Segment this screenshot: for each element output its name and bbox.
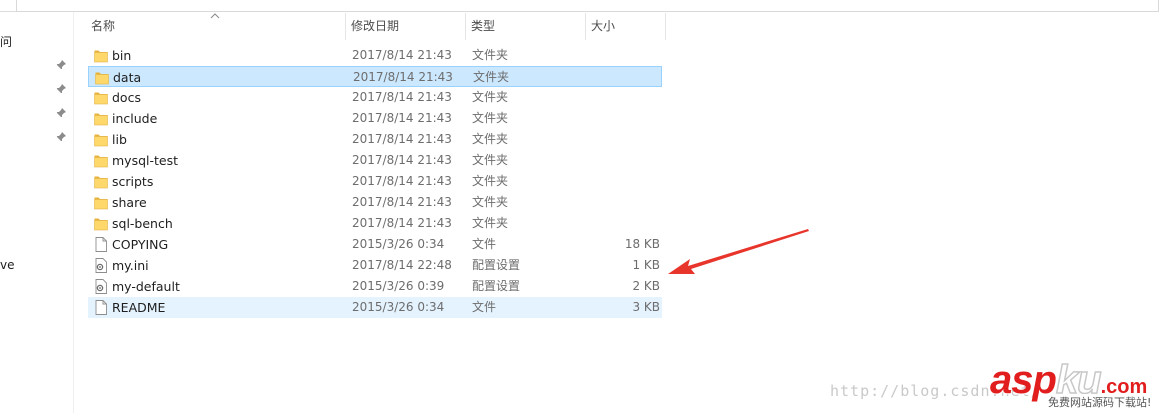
file-type: 配置设置 [472, 279, 521, 293]
file-row[interactable]: share 2017/8/14 21:43 文件夹 [88, 192, 662, 213]
file-row[interactable]: bin 2017/8/14 21:43 文件夹 [88, 45, 662, 66]
file-date-modified: 2017/8/14 21:43 [352, 174, 452, 188]
config-file-icon [94, 258, 108, 273]
file-name: my-default [112, 279, 180, 294]
file-size: 18 KB [624, 237, 660, 251]
file-row[interactable]: COPYING 2015/3/26 0:34 文件 18 KB [88, 234, 662, 255]
nav-item-fragment[interactable]: ve [0, 258, 14, 272]
file-name: COPYING [112, 237, 169, 252]
folder-icon [94, 111, 108, 126]
file-name: bin [112, 48, 132, 63]
file-type: 文件 [472, 237, 497, 251]
file-row[interactable]: include 2017/8/14 21:43 文件夹 [88, 108, 662, 129]
folder-icon [94, 90, 108, 105]
folder-icon [95, 70, 109, 85]
file-name: my.ini [112, 258, 149, 273]
column-date-modified[interactable]: 修改日期 [346, 13, 466, 40]
file-date-modified: 2017/8/14 21:43 [352, 90, 452, 104]
file-date-modified: 2017/8/14 22:48 [352, 258, 452, 272]
folder-icon [94, 48, 108, 63]
file-type: 配置设置 [472, 258, 521, 272]
file-name: mysql-test [112, 153, 179, 168]
file-row[interactable]: lib 2017/8/14 21:43 文件夹 [88, 129, 662, 150]
file-icon [94, 237, 108, 252]
column-type[interactable]: 类型 [466, 13, 586, 40]
column-name[interactable]: 名称 [86, 13, 346, 40]
file-row[interactable]: data 2017/8/14 21:43 文件夹 [88, 66, 662, 87]
file-size [590, 213, 660, 234]
logo-tagline: 免费网站源码下载站! [1046, 394, 1154, 410]
file-size [590, 129, 660, 150]
folder-icon [94, 195, 108, 210]
file-size [590, 150, 660, 171]
file-type: 文件夹 [472, 132, 509, 146]
file-size: 2 KB [632, 279, 660, 293]
file-name: share [112, 195, 147, 210]
file-name: docs [112, 90, 141, 105]
pin-icon[interactable] [56, 60, 66, 70]
file-name: scripts [112, 174, 154, 189]
file-type: 文件夹 [472, 216, 509, 230]
file-date-modified: 2015/3/26 0:34 [352, 237, 445, 251]
file-row[interactable]: mysql-test 2017/8/14 21:43 文件夹 [88, 150, 662, 171]
file-date-modified: 2017/8/14 21:43 [352, 132, 452, 146]
column-size[interactable]: 大小 [586, 13, 666, 40]
file-size [590, 192, 660, 213]
config-file-icon [94, 279, 108, 294]
file-date-modified: 2017/8/14 21:43 [352, 216, 452, 230]
address-box[interactable] [16, 0, 1159, 12]
file-size [590, 171, 660, 192]
file-date-modified: 2015/3/26 0:39 [352, 279, 445, 293]
file-size [590, 45, 660, 66]
file-type: 文件夹 [472, 111, 509, 125]
file-name: sql-bench [112, 216, 173, 231]
file-row[interactable]: sql-bench 2017/8/14 21:43 文件夹 [88, 213, 662, 234]
top-address-bar [0, 0, 1159, 12]
file-date-modified: 2017/8/14 21:43 [352, 195, 452, 209]
file-type: 文件夹 [472, 48, 509, 62]
file-date-modified: 2017/8/14 21:43 [352, 111, 452, 125]
file-row[interactable]: README 2015/3/26 0:34 文件 3 KB [88, 297, 662, 318]
folder-icon [94, 216, 108, 231]
pin-icon[interactable] [56, 108, 66, 118]
pin-icon[interactable] [56, 132, 66, 142]
folder-icon [94, 153, 108, 168]
file-size [591, 67, 661, 88]
file-type: 文件夹 [472, 174, 509, 188]
file-name: data [113, 70, 142, 85]
file-type: 文件夹 [472, 90, 509, 104]
file-date-modified: 2017/8/14 21:43 [353, 70, 453, 84]
folder-icon [94, 132, 108, 147]
file-type: 文件 [472, 300, 497, 314]
file-size [590, 108, 660, 129]
file-name: include [112, 111, 158, 126]
file-type: 文件夹 [472, 153, 509, 167]
file-row[interactable]: scripts 2017/8/14 21:43 文件夹 [88, 171, 662, 192]
nav-item-fragment[interactable]: 问 [0, 33, 12, 50]
file-date-modified: 2015/3/26 0:34 [352, 300, 445, 314]
file-type: 文件夹 [472, 195, 509, 209]
file-row[interactable]: my-default 2015/3/26 0:39 配置设置 2 KB [88, 276, 662, 297]
file-name: lib [112, 132, 127, 147]
file-icon [94, 300, 108, 315]
red-arrow-annotation [668, 229, 809, 274]
file-row[interactable]: docs 2017/8/14 21:43 文件夹 [88, 87, 662, 108]
file-date-modified: 2017/8/14 21:43 [352, 48, 452, 62]
file-name: README [112, 300, 166, 315]
navigation-pane: 问 ve [0, 12, 74, 413]
file-size: 1 KB [632, 258, 660, 272]
file-row[interactable]: my.ini 2017/8/14 22:48 配置设置 1 KB [88, 255, 662, 276]
pin-icon[interactable] [56, 84, 66, 94]
file-size [590, 87, 660, 108]
file-date-modified: 2017/8/14 21:43 [352, 153, 452, 167]
file-size: 3 KB [632, 300, 660, 314]
folder-icon [94, 174, 108, 189]
column-header: 名称 修改日期 类型 大小 [86, 13, 666, 40]
file-type: 文件夹 [473, 70, 510, 84]
